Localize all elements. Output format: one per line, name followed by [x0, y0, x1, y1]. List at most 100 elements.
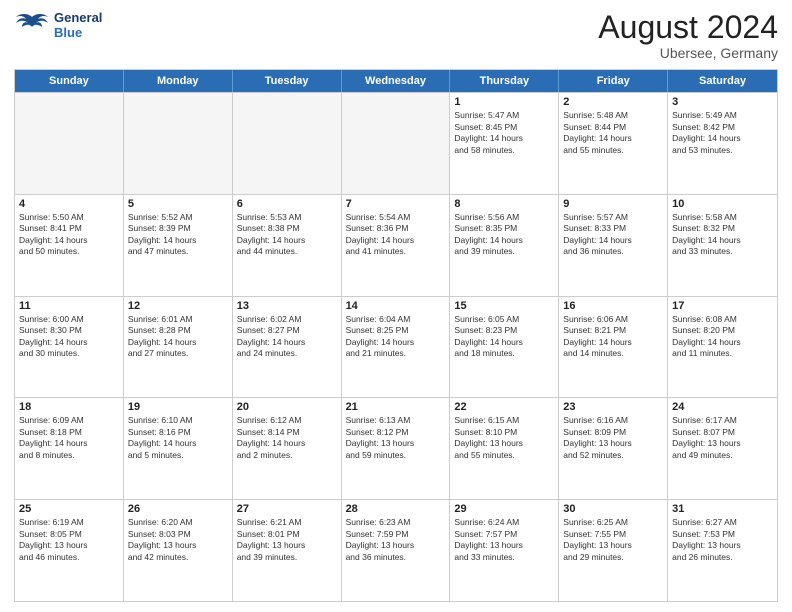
day-info: Sunrise: 6:13 AM Sunset: 8:12 PM Dayligh… — [346, 415, 446, 461]
day-info: Sunrise: 5:49 AM Sunset: 8:42 PM Dayligh… — [672, 110, 773, 156]
day-number: 9 — [563, 198, 663, 210]
calendar-cell: 23 Sunrise: 6:16 AM Sunset: 8:09 PM Dayli… — [559, 398, 668, 499]
day-info: Sunrise: 6:25 AM Sunset: 7:55 PM Dayligh… — [563, 517, 663, 563]
calendar-cell: 9 Sunrise: 5:57 AM Sunset: 8:33 PM Daylig… — [559, 195, 668, 296]
calendar-cell: 29 Sunrise: 6:24 AM Sunset: 7:57 PM Dayli… — [450, 500, 559, 601]
logo: General Blue — [14, 10, 102, 40]
calendar-cell: 21 Sunrise: 6:13 AM Sunset: 8:12 PM Dayli… — [342, 398, 451, 499]
calendar-cell: 28 Sunrise: 6:23 AM Sunset: 7:59 PM Dayli… — [342, 500, 451, 601]
weekday-header: Saturday — [668, 70, 777, 92]
calendar-cell: 22Sunrise: 6:15 AM Sunset: 8:10 PM Dayli… — [450, 398, 559, 499]
calendar-cell: 25Sunrise: 6:19 AM Sunset: 8:05 PM Dayli… — [15, 500, 124, 601]
day-number: 29 — [454, 503, 554, 515]
calendar-cell: 30 Sunrise: 6:25 AM Sunset: 7:55 PM Dayli… — [559, 500, 668, 601]
calendar-week-row: 1 Sunrise: 5:47 AM Sunset: 8:45 PM Daylig… — [15, 92, 777, 194]
day-number: 21 — [346, 401, 446, 413]
day-info: Sunrise: 6:05 AM Sunset: 8:23 PM Dayligh… — [454, 314, 554, 360]
day-number: 10 — [672, 198, 773, 210]
logo-icon — [14, 11, 50, 39]
calendar-cell: 10Sunrise: 5:58 AM Sunset: 8:32 PM Dayli… — [668, 195, 777, 296]
calendar-body: 1 Sunrise: 5:47 AM Sunset: 8:45 PM Daylig… — [15, 92, 777, 601]
day-number: 8 — [454, 198, 554, 210]
day-number: 26 — [128, 503, 228, 515]
day-number: 16 — [563, 300, 663, 312]
day-info: Sunrise: 5:54 AM Sunset: 8:36 PM Dayligh… — [346, 212, 446, 258]
day-info: Sunrise: 6:16 AM Sunset: 8:09 PM Dayligh… — [563, 415, 663, 461]
day-info: Sunrise: 6:24 AM Sunset: 7:57 PM Dayligh… — [454, 517, 554, 563]
day-number: 11 — [19, 300, 119, 312]
day-number: 3 — [672, 96, 773, 108]
calendar-cell: 20Sunrise: 6:12 AM Sunset: 8:14 PM Dayli… — [233, 398, 342, 499]
calendar-cell — [342, 93, 451, 194]
calendar-cell: 2Sunrise: 5:48 AM Sunset: 8:44 PM Daylig… — [559, 93, 668, 194]
calendar: SundayMondayTuesdayWednesdayThursdayFrid… — [14, 69, 778, 602]
calendar-cell: 3 Sunrise: 5:49 AM Sunset: 8:42 PM Daylig… — [668, 93, 777, 194]
calendar-week-row: 11Sunrise: 6:00 AM Sunset: 8:30 PM Dayli… — [15, 296, 777, 398]
day-number: 27 — [237, 503, 337, 515]
day-number: 4 — [19, 198, 119, 210]
weekday-header: Friday — [559, 70, 668, 92]
calendar-cell: 26 Sunrise: 6:20 AM Sunset: 8:03 PM Dayli… — [124, 500, 233, 601]
day-info: Sunrise: 5:48 AM Sunset: 8:44 PM Dayligh… — [563, 110, 663, 156]
day-number: 7 — [346, 198, 446, 210]
day-info: Sunrise: 5:50 AM Sunset: 8:41 PM Dayligh… — [19, 212, 119, 258]
day-number: 15 — [454, 300, 554, 312]
calendar-cell: 1 Sunrise: 5:47 AM Sunset: 8:45 PM Daylig… — [450, 93, 559, 194]
calendar-cell: 17Sunrise: 6:08 AM Sunset: 8:20 PM Dayli… — [668, 297, 777, 398]
day-number: 30 — [563, 503, 663, 515]
calendar-cell: 11Sunrise: 6:00 AM Sunset: 8:30 PM Dayli… — [15, 297, 124, 398]
day-number: 6 — [237, 198, 337, 210]
day-info: Sunrise: 6:08 AM Sunset: 8:20 PM Dayligh… — [672, 314, 773, 360]
day-number: 24 — [672, 401, 773, 413]
day-number: 5 — [128, 198, 228, 210]
page: General Blue August 2024 Ubersee, German… — [0, 0, 792, 612]
day-number: 22 — [454, 401, 554, 413]
day-info: Sunrise: 5:56 AM Sunset: 8:35 PM Dayligh… — [454, 212, 554, 258]
weekday-header: Sunday — [15, 70, 124, 92]
day-number: 28 — [346, 503, 446, 515]
calendar-cell: 27 Sunrise: 6:21 AM Sunset: 8:01 PM Dayli… — [233, 500, 342, 601]
calendar-cell — [15, 93, 124, 194]
calendar-cell: 24 Sunrise: 6:17 AM Sunset: 8:07 PM Dayli… — [668, 398, 777, 499]
day-info: Sunrise: 5:47 AM Sunset: 8:45 PM Dayligh… — [454, 110, 554, 156]
location: Ubersee, Germany — [598, 45, 778, 61]
weekday-header: Tuesday — [233, 70, 342, 92]
calendar-cell: 14 Sunrise: 6:04 AM Sunset: 8:25 PM Dayli… — [342, 297, 451, 398]
calendar-cell: 12Sunrise: 6:01 AM Sunset: 8:28 PM Dayli… — [124, 297, 233, 398]
calendar-week-row: 25Sunrise: 6:19 AM Sunset: 8:05 PM Dayli… — [15, 499, 777, 601]
day-number: 12 — [128, 300, 228, 312]
calendar-week-row: 4 Sunrise: 5:50 AM Sunset: 8:41 PM Daylig… — [15, 194, 777, 296]
day-number: 1 — [454, 96, 554, 108]
day-number: 13 — [237, 300, 337, 312]
day-info: Sunrise: 6:23 AM Sunset: 7:59 PM Dayligh… — [346, 517, 446, 563]
day-info: Sunrise: 6:21 AM Sunset: 8:01 PM Dayligh… — [237, 517, 337, 563]
day-info: Sunrise: 6:19 AM Sunset: 8:05 PM Dayligh… — [19, 517, 119, 563]
day-info: Sunrise: 6:10 AM Sunset: 8:16 PM Dayligh… — [128, 415, 228, 461]
day-info: Sunrise: 6:06 AM Sunset: 8:21 PM Dayligh… — [563, 314, 663, 360]
calendar-header: SundayMondayTuesdayWednesdayThursdayFrid… — [15, 70, 777, 92]
calendar-cell: 13Sunrise: 6:02 AM Sunset: 8:27 PM Dayli… — [233, 297, 342, 398]
title-block: August 2024 Ubersee, Germany — [598, 10, 778, 61]
day-info: Sunrise: 6:27 AM Sunset: 7:53 PM Dayligh… — [672, 517, 773, 563]
day-info: Sunrise: 5:57 AM Sunset: 8:33 PM Dayligh… — [563, 212, 663, 258]
day-info: Sunrise: 5:52 AM Sunset: 8:39 PM Dayligh… — [128, 212, 228, 258]
month-year: August 2024 — [598, 10, 778, 45]
calendar-cell: 31 Sunrise: 6:27 AM Sunset: 7:53 PM Dayli… — [668, 500, 777, 601]
calendar-cell — [233, 93, 342, 194]
day-number: 14 — [346, 300, 446, 312]
calendar-week-row: 18Sunrise: 6:09 AM Sunset: 8:18 PM Dayli… — [15, 397, 777, 499]
day-info: Sunrise: 6:17 AM Sunset: 8:07 PM Dayligh… — [672, 415, 773, 461]
day-number: 23 — [563, 401, 663, 413]
weekday-header: Monday — [124, 70, 233, 92]
logo-text: General Blue — [54, 10, 102, 40]
day-info: Sunrise: 5:53 AM Sunset: 8:38 PM Dayligh… — [237, 212, 337, 258]
calendar-cell: 6 Sunrise: 5:53 AM Sunset: 8:38 PM Daylig… — [233, 195, 342, 296]
day-number: 19 — [128, 401, 228, 413]
header: General Blue August 2024 Ubersee, German… — [14, 10, 778, 61]
day-number: 31 — [672, 503, 773, 515]
day-number: 18 — [19, 401, 119, 413]
day-info: Sunrise: 6:04 AM Sunset: 8:25 PM Dayligh… — [346, 314, 446, 360]
day-info: Sunrise: 6:20 AM Sunset: 8:03 PM Dayligh… — [128, 517, 228, 563]
calendar-cell: 8 Sunrise: 5:56 AM Sunset: 8:35 PM Daylig… — [450, 195, 559, 296]
calendar-cell: 5 Sunrise: 5:52 AM Sunset: 8:39 PM Daylig… — [124, 195, 233, 296]
